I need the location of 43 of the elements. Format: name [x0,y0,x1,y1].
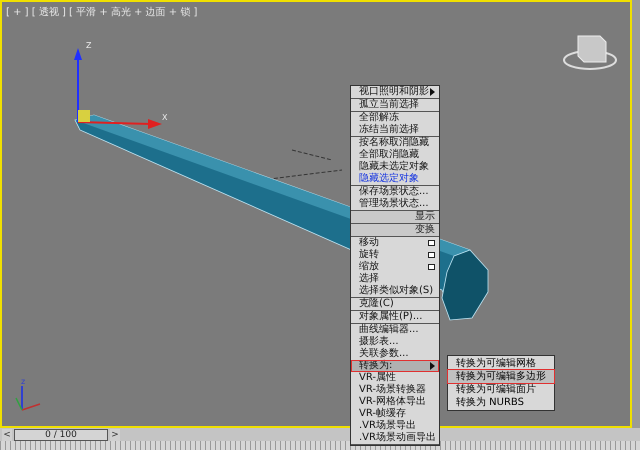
time-slider-thumb[interactable]: 0 / 100 [14,428,108,440]
menu-item[interactable]: 全部解冻 [351,112,439,124]
viewcube-drawing[interactable] [563,36,617,70]
submenu-item[interactable]: 转换为可编辑网格 [448,357,554,370]
menu-item[interactable]: 保存场景状态... [351,186,439,198]
previous-frame-button[interactable]: < [2,428,12,440]
options-box-icon[interactable] [428,264,435,270]
menu-item[interactable]: 冻结当前选择 [351,124,439,136]
submenu-arrow-icon [430,362,435,370]
options-box-icon[interactable] [428,252,435,258]
menu-item[interactable]: 全部取消隐藏 [351,149,439,161]
options-box-icon[interactable] [428,240,435,246]
menu-item[interactable]: 视口照明和阴影 [351,86,439,98]
menu-item[interactable]: 隐藏选定对象 [351,173,439,185]
submenu-arrow-icon [430,88,435,96]
axis-tripod-drawing: z [15,377,40,411]
menu-item[interactable]: 选择 [351,273,439,285]
menu-item[interactable]: 孤立当前选择 [351,99,439,111]
menu-item[interactable]: 按名称取消隐藏 [351,137,439,149]
menu-item[interactable]: 克隆(C) [351,298,439,310]
menu-item[interactable]: 对象属性(P)... [351,311,439,323]
next-frame-button[interactable]: > [110,428,120,440]
submenu-item[interactable]: 转换为可编辑面片 [448,383,554,396]
menu-header: 显示 [351,211,439,223]
submenu-item[interactable]: 转换为 NURBS [448,396,554,409]
menu-item[interactable]: 摄影表... [351,336,439,348]
menu-item[interactable]: .VR场景导出 [351,420,439,432]
menu-item[interactable]: .VR场景动画导出 [351,432,439,444]
menu-item[interactable]: 旋转 [351,249,439,261]
menu-item[interactable]: 移动 [351,237,439,249]
menu-item[interactable]: VR-帧缓存 [351,408,439,420]
menu-item[interactable]: 选择类似对象(S) [351,285,439,297]
submenu-item[interactable]: 转换为可编辑多边形 [448,370,554,383]
menu-item[interactable]: 隐藏未选定对象 [351,161,439,173]
menu-item[interactable]: VR-属性 [351,372,439,384]
menu-item[interactable]: 曲线编辑器... [351,324,439,336]
menu-item[interactable]: 关联参数... [351,348,439,360]
menu-header: 变换 [351,224,439,236]
menu-item[interactable]: VR-场景转换器 [351,384,439,396]
menu-item[interactable]: VR-网格体导出 [351,396,439,408]
menu-item[interactable]: 缩放 [351,261,439,273]
menu-item[interactable]: 管理场景状态... [351,198,439,210]
timeline-ruler[interactable] [0,441,640,450]
